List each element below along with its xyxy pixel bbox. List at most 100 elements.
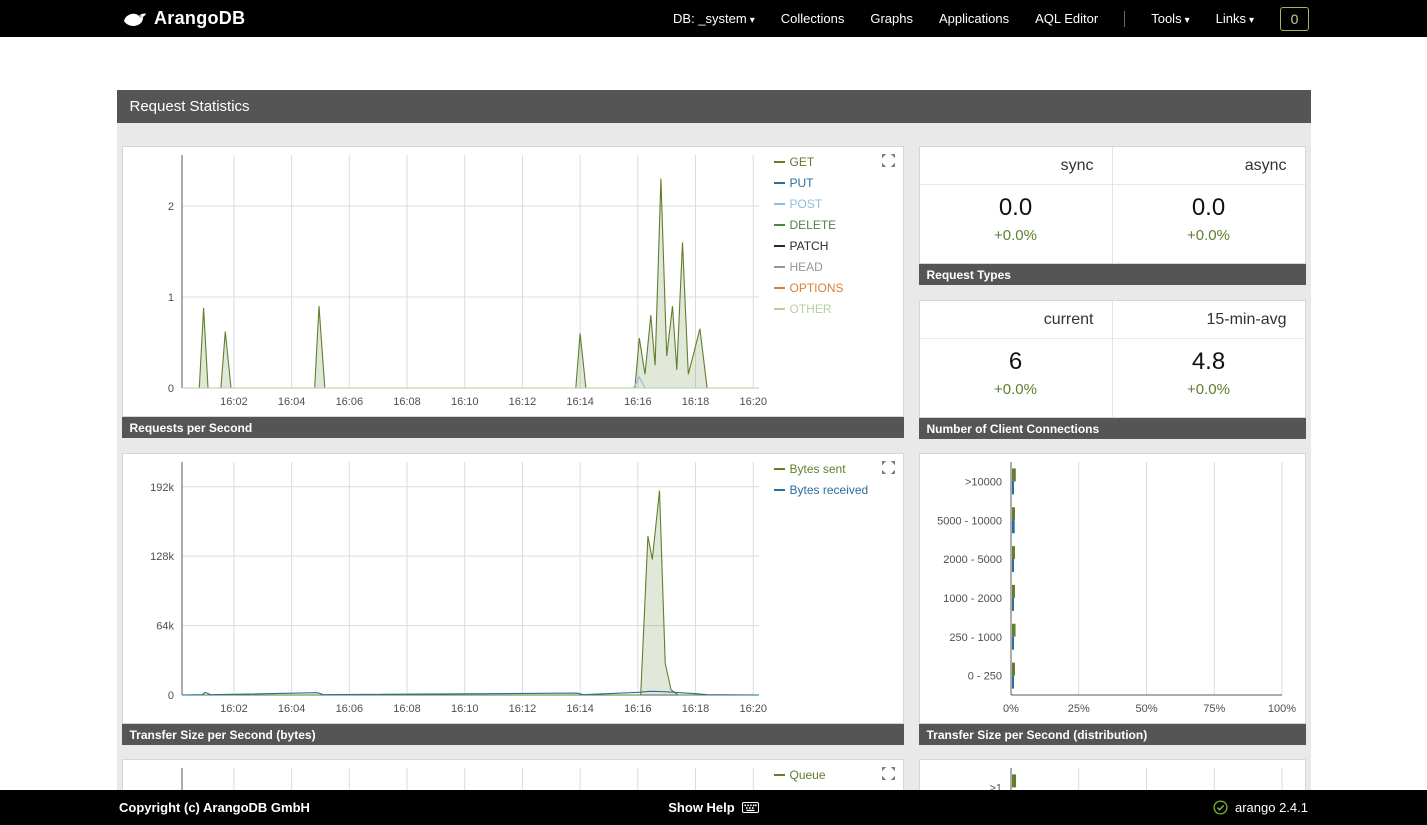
stat-col-sync: sync 0.0 +0.0% [919,147,1112,263]
svg-text:16:14: 16:14 [566,396,594,408]
chart-legend: Queue [773,768,826,782]
svg-text:16:04: 16:04 [277,703,305,715]
svg-text:16:02: 16:02 [220,396,248,408]
request-types-panel: sync 0.0 +0.0% async 0.0 +0.0% [918,146,1306,264]
footer: Copyright (c) ArangoDB GmbH Show Help ar… [0,790,1427,825]
svg-text:50%: 50% [1135,703,1157,715]
brand-name: ArangoDB [154,8,246,28]
stat-value: 6 [1008,348,1023,375]
stat-label: sync [919,147,1112,185]
svg-text:16:10: 16:10 [450,396,478,408]
dashboard: Request Statistics 16:02 16:04 16:06 16:08 1… [116,90,1311,825]
legend-label: Bytes sent [789,462,846,476]
svg-text:100%: 100% [1267,703,1295,715]
stat-delta: +0.0% [994,381,1037,398]
svg-text:0%: 0% [1003,703,1019,715]
svg-text:0 - 250: 0 - 250 [967,671,1001,683]
legend-item: POST [773,197,844,211]
stat-col-current: current 6 +0.0% [919,301,1112,417]
legend-label: OPTIONS [789,281,844,295]
chart-caption: Transfer Size per Second (distribution) [918,724,1306,745]
caret-down-icon: ▾ [1184,15,1190,26]
nav-item-graphs[interactable]: Graphs [870,11,913,26]
arangodb-logo-icon [122,8,148,30]
svg-text:2: 2 [167,201,173,213]
bar-sent [1011,662,1015,676]
fullscreen-icon[interactable] [881,461,896,476]
fullscreen-icon[interactable] [881,767,896,782]
chart-legend: Bytes sent Bytes received [773,462,869,497]
svg-text:>10000: >10000 [964,476,1001,488]
stat-label: 15-min-avg [1112,301,1305,339]
legend-item: OTHER [773,302,844,316]
version-info: arango 2.4.1 [1213,800,1308,815]
svg-text:1000 - 2000: 1000 - 2000 [943,593,1002,605]
nav-item-collections[interactable]: Collections [781,11,845,26]
legend-label: OTHER [789,302,832,316]
stat-delta: +0.0% [1187,381,1230,398]
stat-col-15min-avg: 15-min-avg 4.8 +0.0% [1111,301,1305,417]
stat-label: current [919,301,1112,339]
svg-text:25%: 25% [1067,703,1089,715]
check-circle-icon [1213,800,1228,815]
svg-text:16:02: 16:02 [220,703,248,715]
nav-tools-dropdown[interactable]: Tools ▾ [1151,11,1189,26]
svg-text:5000 - 10000: 5000 - 10000 [937,515,1002,527]
caret-down-icon: ▾ [1248,15,1254,26]
fullscreen-icon[interactable] [881,154,896,169]
svg-text:0: 0 [167,383,173,395]
legend-item: Bytes sent [773,462,869,476]
bar-received [1011,675,1014,689]
legend-label: PATCH [789,239,829,253]
bar-sent [1011,623,1016,637]
legend-swatch [773,182,785,184]
bar-received [1011,559,1014,573]
svg-text:192k: 192k [150,482,174,494]
legend-item: Bytes received [773,483,869,497]
notification-badge[interactable]: 0 [1280,6,1309,31]
legend-swatch [773,468,785,470]
bar-sent [1011,584,1015,598]
svg-text:16:06: 16:06 [335,396,363,408]
nav-item-aql-editor[interactable]: AQL Editor [1035,11,1098,26]
legend-item: Queue [773,768,826,782]
copyright-text: Copyright (c) ArangoDB GmbH [119,800,310,815]
client-connections-panel: current 6 +0.0% 15-min-avg 4.8 +0.0% [918,300,1306,418]
stat-delta: +0.0% [1187,227,1230,244]
stat-value: 4.8 [1191,348,1226,375]
chart-caption: Requests per Second [121,417,904,438]
svg-text:16:12: 16:12 [508,396,536,408]
legend-item: PATCH [773,239,844,253]
legend-swatch [773,224,785,226]
top-navbar: ArangoDB DB: _system ▾ Collections Graphs… [0,0,1427,37]
show-help-link[interactable]: Show Help [668,800,759,815]
nav-db-dropdown[interactable]: DB: _system ▾ [673,11,755,26]
legend-swatch [773,489,785,491]
nav-divider [1124,10,1126,27]
svg-text:16:18: 16:18 [681,703,709,715]
legend-swatch [773,245,785,247]
transfer-size-distribution-chart: 0% 25% 50% 75% 100% >10000 5000 - 10000 2000 - … [918,453,1306,724]
svg-text:16:20: 16:20 [739,703,767,715]
svg-text:2000 - 5000: 2000 - 5000 [943,554,1002,566]
legend-swatch [773,287,785,289]
stat-delta: +0.0% [994,227,1037,244]
svg-text:16:20: 16:20 [739,396,767,408]
stat-col-async: async 0.0 +0.0% [1111,147,1305,263]
legend-label: Bytes received [789,483,869,497]
nav-links-dropdown[interactable]: Links ▾ [1216,11,1254,26]
hbar-chart-canvas[interactable]: 0% 25% 50% 75% 100% >10000 5000 - 10000 2000 - … [920,454,1305,723]
page-title: Request Statistics [116,90,1311,123]
svg-text:16:18: 16:18 [681,396,709,408]
stat-label: async [1112,147,1305,185]
svg-text:16:12: 16:12 [508,703,536,715]
svg-text:16:08: 16:08 [393,703,421,715]
bar-sent [1011,546,1015,560]
bar-received [1011,520,1015,534]
nav-item-applications[interactable]: Applications [939,11,1009,26]
arangodb-logo[interactable]: ArangoDB [122,8,245,30]
bar-sent [1011,507,1015,521]
dashboard-grid: 16:02 16:04 16:06 16:08 16:10 16:12 16:14 16:16… [117,123,1311,825]
legend-label: DELETE [789,218,837,232]
svg-text:128k: 128k [150,551,174,563]
